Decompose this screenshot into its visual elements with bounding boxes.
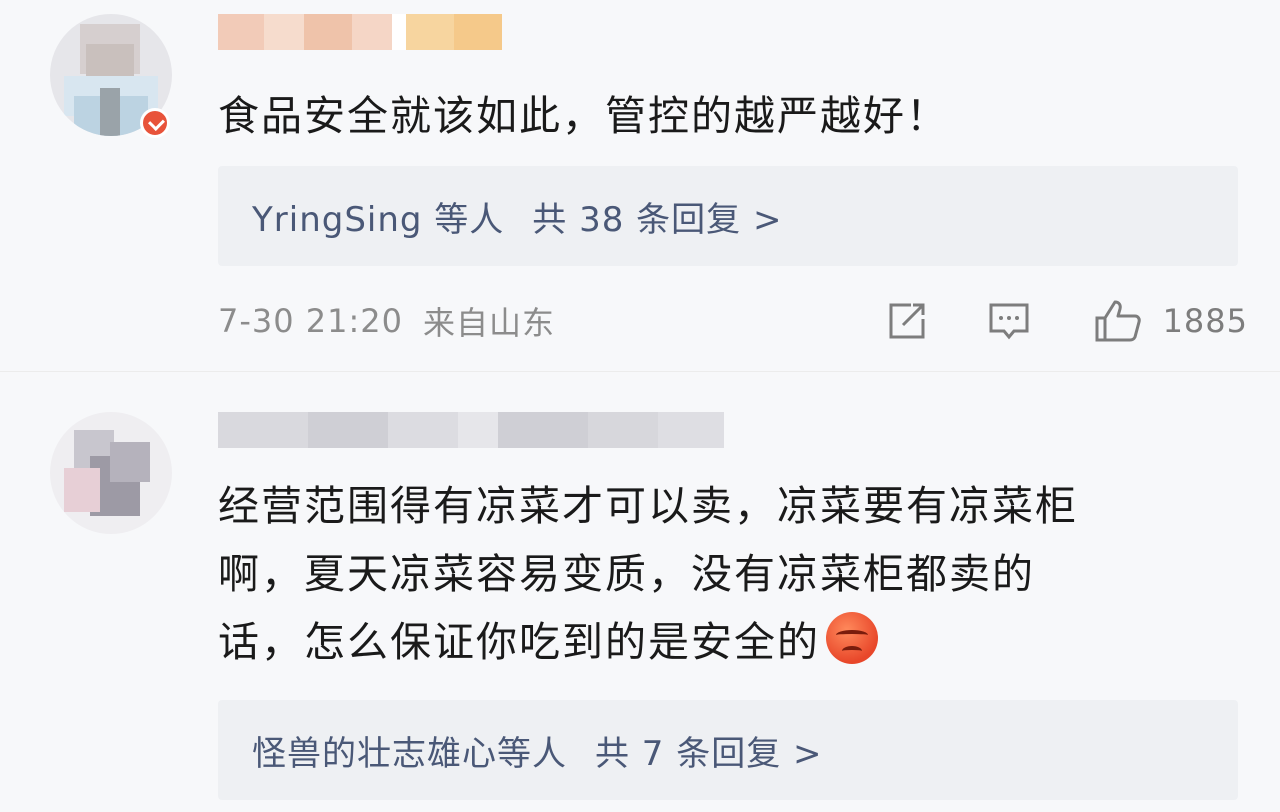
comment-icon [989, 303, 1029, 340]
angry-face-emoji [826, 612, 878, 664]
reply-users: 怪兽的壮志雄心等人 [252, 733, 567, 774]
verified-badge-icon [140, 108, 170, 138]
comment-item: 经营范围得有凉菜才可以卖，凉菜要有凉菜柜 啊，夏天凉菜容易变质，没有凉菜柜都卖的… [0, 372, 1280, 812]
comment-location: 来自山东 [423, 304, 556, 342]
share-icon [889, 303, 925, 339]
comment-text-line-last: 话，怎么保证你吃到的是安全的 [218, 608, 1238, 676]
comment-text: 经营范围得有凉菜才可以卖，凉菜要有凉菜柜 啊，夏天凉菜容易变质，没有凉菜柜都卖的… [218, 472, 1238, 676]
replies-link[interactable]: 怪兽的壮志雄心等人 共 7 条回复 > [218, 700, 1238, 800]
reply-users: YringSing 等人 [252, 199, 505, 240]
avatar[interactable] [50, 412, 172, 534]
comment-text-line: 啊，夏天凉菜容易变质，没有凉菜柜都卖的 [218, 550, 1035, 598]
like-count: 1885 [1162, 302, 1248, 340]
thumbs-up-icon [1095, 300, 1141, 342]
comment-text: 食品安全就该如此，管控的越严越好！ [218, 92, 949, 140]
comment-text-line: 经营范围得有凉菜才可以卖，凉菜要有凉菜柜 [218, 482, 1078, 530]
comment-text-line: 话，怎么保证你吃到的是安全的 [218, 618, 820, 666]
comment-meta: 7-30 21:20 来自山东 1885 [218, 294, 1248, 348]
replies-link[interactable]: YringSing 等人 共 38 条回复 > [218, 166, 1238, 266]
comment-item: 食品安全就该如此，管控的越严越好！ YringSing 等人 共 38 条回复 … [0, 0, 1280, 372]
username[interactable] [218, 412, 738, 448]
like-button[interactable]: 1885 [1093, 298, 1248, 344]
comment-datetime: 7-30 21:20 [218, 302, 404, 340]
comment-button[interactable] [987, 301, 1031, 341]
share-button[interactable] [885, 301, 929, 341]
reply-count: 共 7 条回复 > [595, 733, 823, 774]
username[interactable] [218, 14, 518, 50]
reply-count: 共 38 条回复 > [532, 199, 783, 240]
